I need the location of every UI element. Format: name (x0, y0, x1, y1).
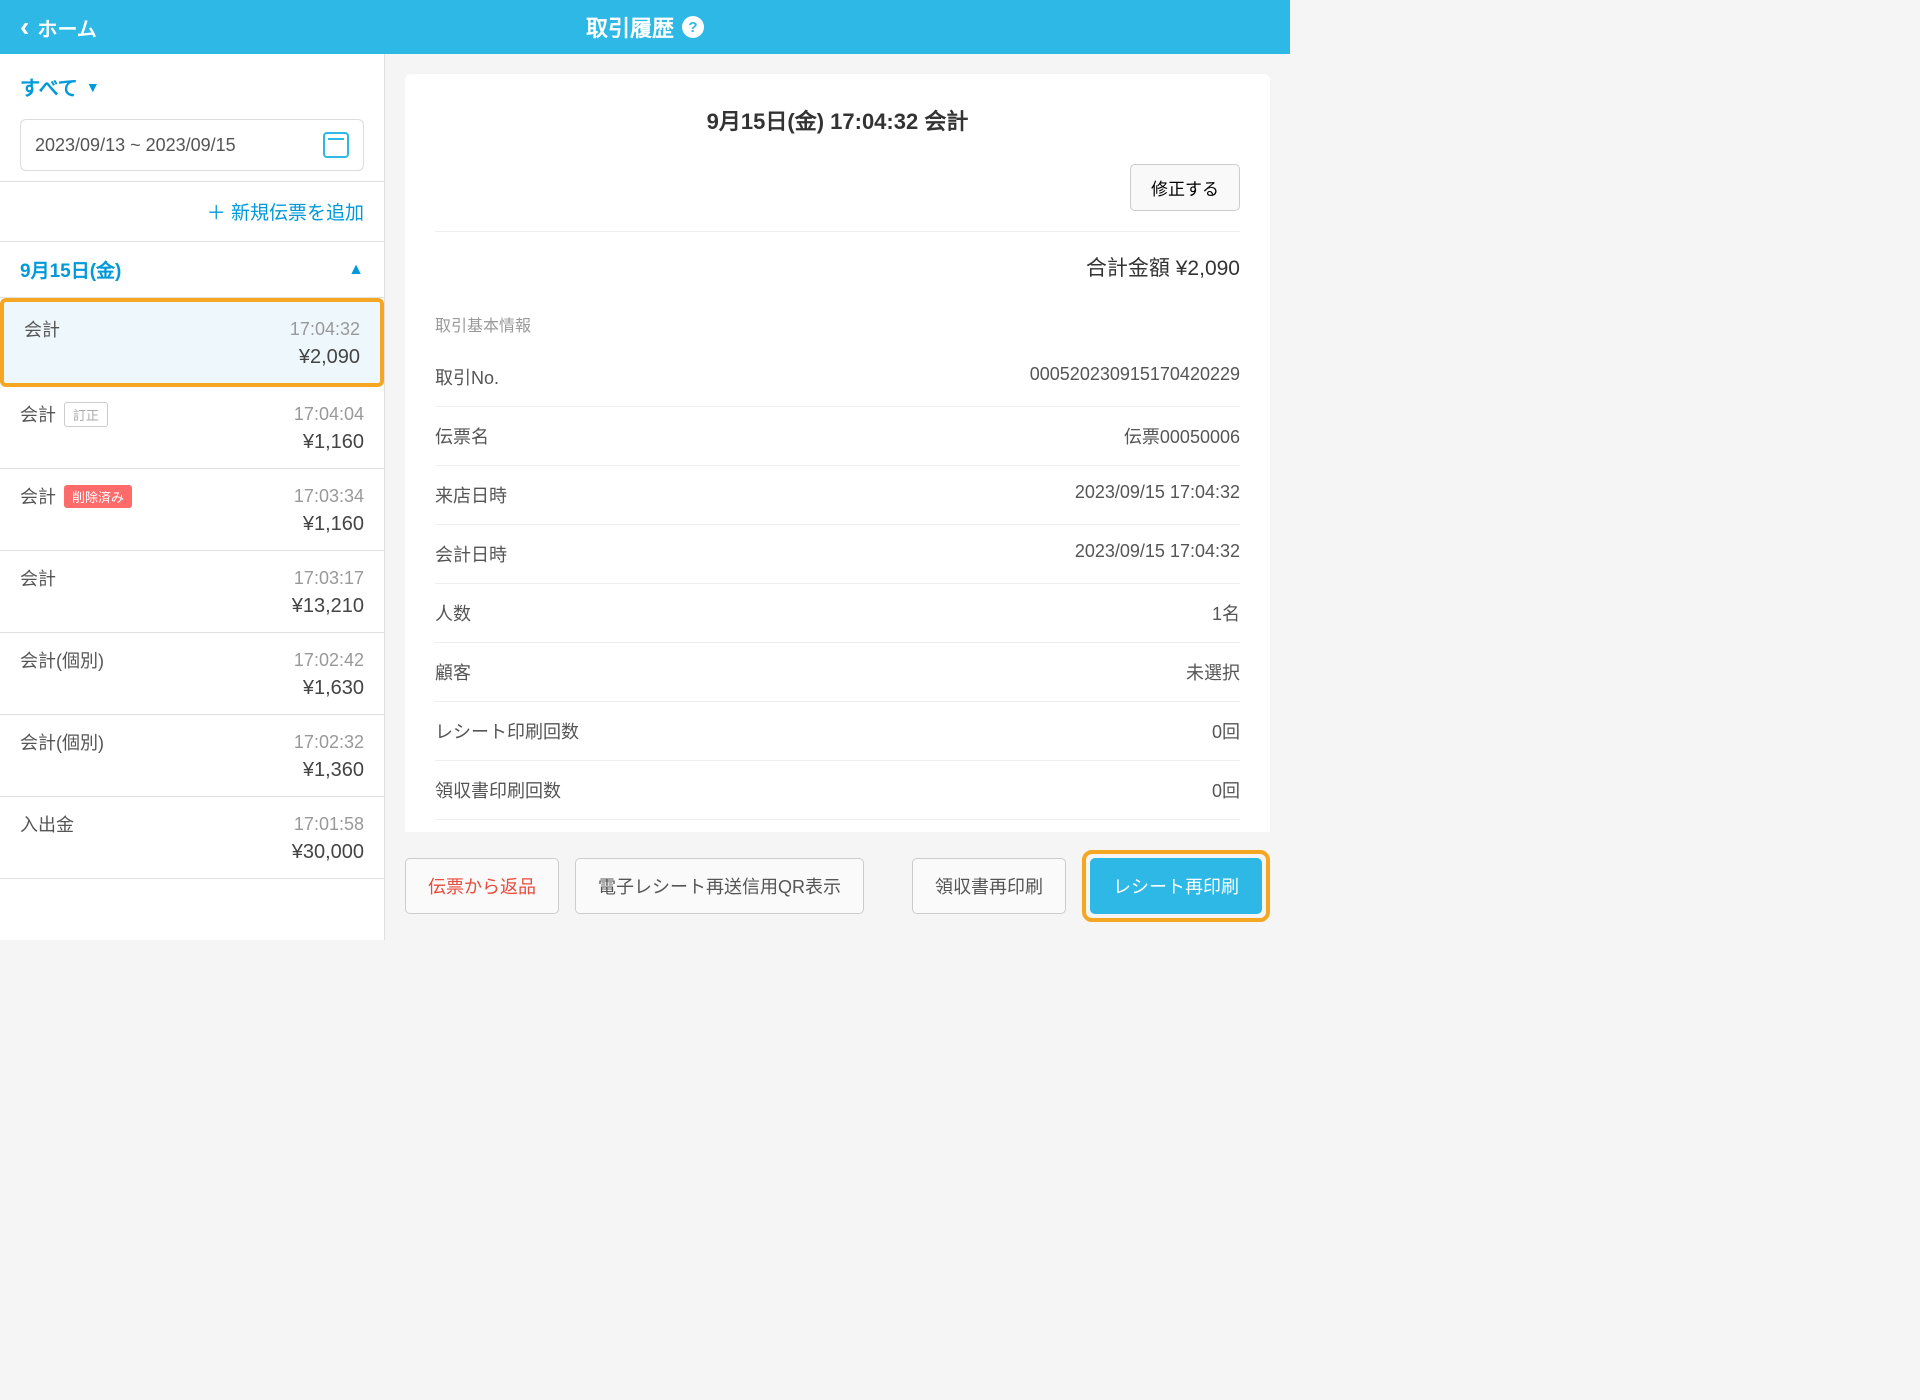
transaction-label: 会計(個別) (20, 729, 104, 755)
help-icon[interactable]: ? (682, 16, 704, 38)
detail-card: 9月15日(金) 17:04:32 会計 修正する 合計金額 ¥2,090 取引… (405, 74, 1270, 832)
info-label: 会計日時 (435, 541, 507, 567)
transaction-list: 会計17:04:32¥2,090会計訂正17:04:04¥1,160会計削除済み… (0, 298, 384, 940)
info-label: 顧客 (435, 659, 471, 685)
transaction-amount: ¥13,210 (20, 595, 364, 618)
transaction-label: 会計訂正 (20, 401, 108, 427)
transaction-time: 17:04:32 (290, 319, 360, 340)
reprint-receipt-button[interactable]: レシート再印刷 (1090, 858, 1262, 914)
info-row: 領収書印刷回数 0回 (435, 761, 1240, 820)
modify-button[interactable]: 修正する (1130, 164, 1240, 211)
transaction-time: 17:04:04 (294, 404, 364, 425)
add-slip-button[interactable]: ＋ 新規伝票を追加 (0, 182, 384, 242)
info-value: 0回 (1212, 718, 1240, 744)
transaction-time: 17:02:42 (294, 650, 364, 671)
filter-dropdown[interactable]: すべて ▼ (20, 72, 364, 101)
info-row: 会計日時 2023/09/15 17:04:32 (435, 525, 1240, 584)
highlight-frame: レシート再印刷 (1082, 850, 1270, 922)
page-title-text: 取引履歴 (586, 11, 674, 43)
info-label: 伝票名 (435, 423, 489, 449)
page-title: 取引履歴 ? (586, 11, 704, 43)
back-label: ホーム (37, 13, 96, 42)
sidebar: すべて ▼ 2023/09/13 ~ 2023/09/15 ＋ 新規伝票を追加 … (0, 54, 385, 940)
calendar-icon (323, 132, 349, 158)
history-link[interactable]: 履歴を確認する (435, 820, 1240, 832)
info-value: 未選択 (1186, 659, 1240, 685)
transaction-item[interactable]: 会計 17:04:32 ¥2,090 (0, 298, 384, 387)
info-value: 2023/09/15 17:04:32 (1075, 482, 1240, 508)
info-label: 領収書印刷回数 (435, 777, 561, 803)
transaction-time: 17:01:58 (294, 814, 364, 835)
transaction-amount: ¥30,000 (20, 841, 364, 864)
modify-row: 修正する (435, 164, 1240, 232)
return-from-slip-button[interactable]: 伝票から返品 (405, 858, 559, 914)
transaction-time: 17:03:34 (294, 486, 364, 507)
info-value: 1名 (1212, 600, 1240, 626)
transaction-label: 会計 (24, 316, 60, 342)
detail-title: 9月15日(金) 17:04:32 会計 (435, 104, 1240, 136)
info-row: 来店日時 2023/09/15 17:04:32 (435, 466, 1240, 525)
info-rows: 取引No. 000520230915170420229 伝票名 伝票00050006 来… (435, 348, 1240, 820)
transaction-time: 17:03:17 (294, 568, 364, 589)
transaction-label: 会計削除済み (20, 483, 132, 509)
info-label: 取引No. (435, 364, 499, 390)
date-group-label: 9月15日(金) (20, 256, 121, 283)
info-row: 取引No. 000520230915170420229 (435, 348, 1240, 407)
transaction-badge: 訂正 (64, 402, 108, 427)
filter-section: すべて ▼ 2023/09/13 ~ 2023/09/15 (0, 54, 384, 182)
transaction-item[interactable]: 会計訂正 17:04:04 ¥1,160 (0, 387, 384, 469)
main-container: すべて ▼ 2023/09/13 ~ 2023/09/15 ＋ 新規伝票を追加 … (0, 54, 1290, 940)
info-row: 人数 1名 (435, 584, 1240, 643)
transaction-label: 会計 (20, 565, 56, 591)
action-bar: 伝票から返品 電子レシート再送信用QR表示 領収書再印刷 レシート再印刷 (385, 832, 1290, 940)
transaction-amount: ¥1,630 (20, 677, 364, 700)
ereceipt-qr-button[interactable]: 電子レシート再送信用QR表示 (575, 858, 864, 914)
transaction-time: 17:02:32 (294, 732, 364, 753)
chevron-up-icon: ▲ (348, 261, 364, 279)
reprint-receipt2-button[interactable]: 領収書再印刷 (912, 858, 1066, 914)
chevron-down-icon: ▼ (86, 79, 100, 95)
info-row: 伝票名 伝票00050006 (435, 407, 1240, 466)
transaction-item[interactable]: 会計(個別) 17:02:42 ¥1,630 (0, 633, 384, 715)
info-label: レシート印刷回数 (435, 718, 579, 744)
date-range-text: 2023/09/13 ~ 2023/09/15 (35, 135, 236, 156)
info-row: 顧客 未選択 (435, 643, 1240, 702)
info-label: 来店日時 (435, 482, 507, 508)
date-range-input[interactable]: 2023/09/13 ~ 2023/09/15 (20, 119, 364, 171)
info-value: 2023/09/15 17:04:32 (1075, 541, 1240, 567)
section-label: 取引基本情報 (435, 312, 1240, 336)
transaction-badge: 削除済み (64, 485, 132, 508)
back-button[interactable]: ‹ ホーム (20, 11, 97, 43)
transaction-label: 入出金 (20, 811, 74, 837)
filter-label: すべて (20, 72, 78, 101)
date-group-header[interactable]: 9月15日(金) ▲ (0, 242, 384, 298)
transaction-amount: ¥1,360 (20, 759, 364, 782)
transaction-amount: ¥1,160 (20, 513, 364, 536)
transaction-item[interactable]: 会計(個別) 17:02:32 ¥1,360 (0, 715, 384, 797)
transaction-amount: ¥2,090 (24, 346, 360, 369)
app-header: ‹ ホーム 取引履歴 ? (0, 0, 1290, 54)
transaction-amount: ¥1,160 (20, 431, 364, 454)
info-row: レシート印刷回数 0回 (435, 702, 1240, 761)
transaction-label: 会計(個別) (20, 647, 104, 673)
transaction-item[interactable]: 入出金 17:01:58 ¥30,000 (0, 797, 384, 879)
info-value: 伝票00050006 (1124, 423, 1240, 449)
detail-scroll: 9月15日(金) 17:04:32 会計 修正する 合計金額 ¥2,090 取引… (385, 54, 1290, 832)
transaction-item[interactable]: 会計削除済み 17:03:34 ¥1,160 (0, 469, 384, 551)
info-value: 000520230915170420229 (1030, 364, 1240, 390)
chevron-left-icon: ‹ (20, 11, 29, 43)
transaction-item[interactable]: 会計 17:03:17 ¥13,210 (0, 551, 384, 633)
info-value: 0回 (1212, 777, 1240, 803)
info-label: 人数 (435, 600, 471, 626)
detail-panel: 9月15日(金) 17:04:32 会計 修正する 合計金額 ¥2,090 取引… (385, 54, 1290, 940)
total-amount: 合計金額 ¥2,090 (435, 232, 1240, 312)
